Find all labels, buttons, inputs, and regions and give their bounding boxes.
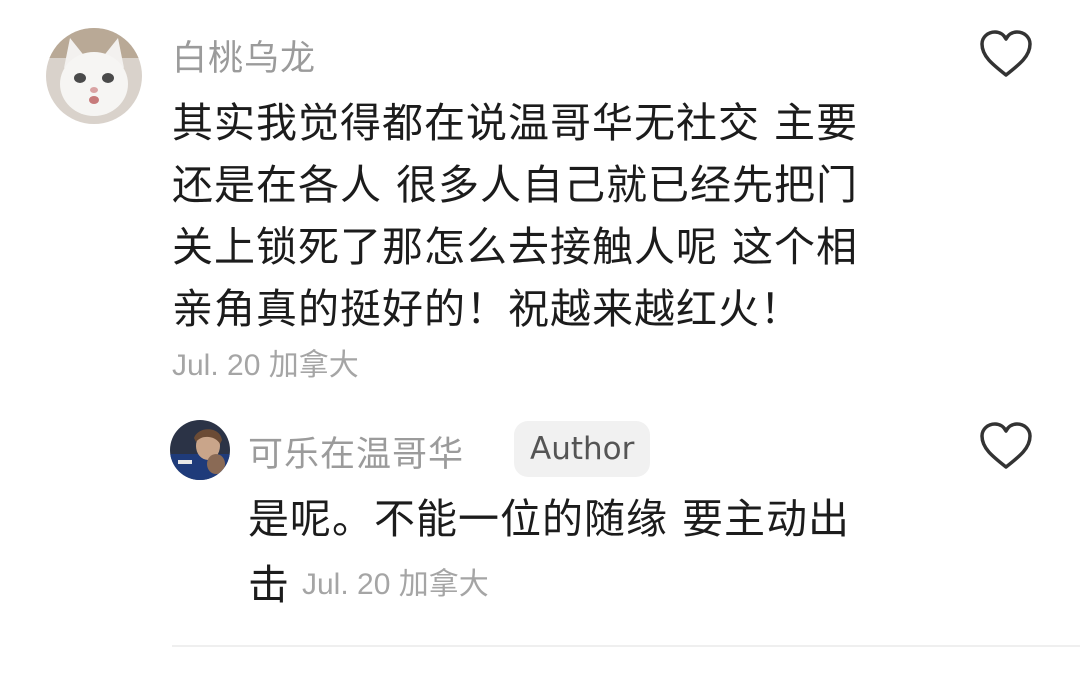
comment-text-line: 关上锁死了那怎么去接触人呢 这个相 [172, 223, 859, 271]
reply-avatar[interactable] [170, 420, 230, 480]
author-badge: Author [514, 421, 651, 477]
white-cat-avatar-icon [46, 28, 142, 124]
heart-outline-icon [980, 30, 1032, 77]
heart-outline-icon [980, 422, 1032, 469]
comment-text-line: 其实我觉得都在说温哥华无社交 主要 [172, 99, 859, 147]
comment-meta: Jul. 20 加拿大 [172, 349, 359, 382]
reply-username[interactable]: 可乐在温哥华 [248, 426, 464, 477]
comment-text-line: 亲角真的挺好的！祝越来越红火！ [172, 285, 802, 333]
reply-text-line: 是呢。不能一位的随缘 要主动出 [248, 495, 851, 543]
comment-item: 白桃乌龙 其实我觉得都在说温哥华无社交 主要 还是在各人 很多人自己就已经先把门… [0, 0, 1080, 400]
comment-text: 其实我觉得都在说温哥华无社交 主要 还是在各人 很多人自己就已经先把门 关上锁死… [172, 92, 932, 340]
reply-last-line: 击 Jul. 20 加拿大 [248, 550, 489, 612]
reply-text-tail: 击 [248, 561, 290, 609]
reply-text: 是呢。不能一位的随缘 要主动出 [248, 488, 928, 550]
like-button[interactable] [978, 28, 1034, 80]
divider [172, 645, 1080, 647]
reply-meta: Jul. 20 加拿大 [302, 568, 489, 601]
person-photo-avatar-icon [170, 420, 230, 480]
comment-username[interactable]: 白桃乌龙 [172, 30, 316, 81]
comment-text-line: 还是在各人 很多人自己就已经先把门 [172, 161, 859, 209]
avatar[interactable] [46, 28, 142, 124]
reply-like-button[interactable] [978, 420, 1034, 472]
